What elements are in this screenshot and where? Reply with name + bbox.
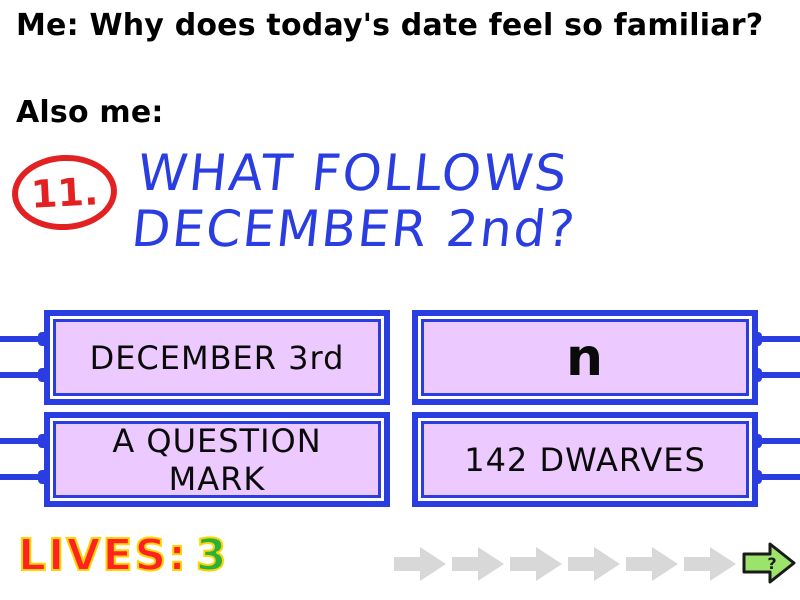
answer-row-1: DECEMBER 3rd n <box>0 310 800 405</box>
progress-arrow-icon <box>452 547 504 581</box>
lives-label: LIVES: <box>17 529 188 582</box>
answer-label: A QUESTION MARK <box>112 421 322 498</box>
progress-arrows <box>394 547 736 581</box>
progress-arrow-icon <box>568 547 620 581</box>
progress-arrow-icon <box>510 547 562 581</box>
meme-caption-line-2: Also me: <box>16 95 164 130</box>
progress-arrow-icon <box>626 547 678 581</box>
next-question-button[interactable]: ? <box>740 538 798 588</box>
answer-row-2: A QUESTION MARK 142 DWARVES <box>0 412 800 507</box>
answer-button-question-mark[interactable]: A QUESTION MARK <box>44 412 390 507</box>
answer-button-n[interactable]: n <box>412 310 758 405</box>
progress-arrow-icon <box>394 547 446 581</box>
answer-label: 142 DWARVES <box>464 440 706 479</box>
answer-label: DECEMBER 3rd <box>89 338 345 377</box>
question-line-1: WHAT FOLLOWS <box>134 144 572 202</box>
progress-arrow-icon <box>684 547 736 581</box>
answer-button-142-dwarves[interactable]: 142 DWARVES <box>412 412 758 507</box>
next-arrow-icon: ? <box>742 542 796 584</box>
next-question-mark: ? <box>767 554 776 573</box>
question-line-2: DECEMBER 2nd? <box>129 200 580 258</box>
question-progress <box>392 542 740 586</box>
lives-display: LIVES: 3 <box>17 529 229 582</box>
lives-count: 3 <box>195 529 229 582</box>
question-text: WHAT FOLLOWS DECEMBER 2nd? <box>129 144 800 258</box>
answer-button-december-3rd[interactable]: DECEMBER 3rd <box>44 310 390 405</box>
meme-caption-line-1: Me: Why does today's date feel so famili… <box>16 8 764 43</box>
question-number-badge: 11. <box>10 152 119 233</box>
answer-label: n <box>565 327 605 388</box>
